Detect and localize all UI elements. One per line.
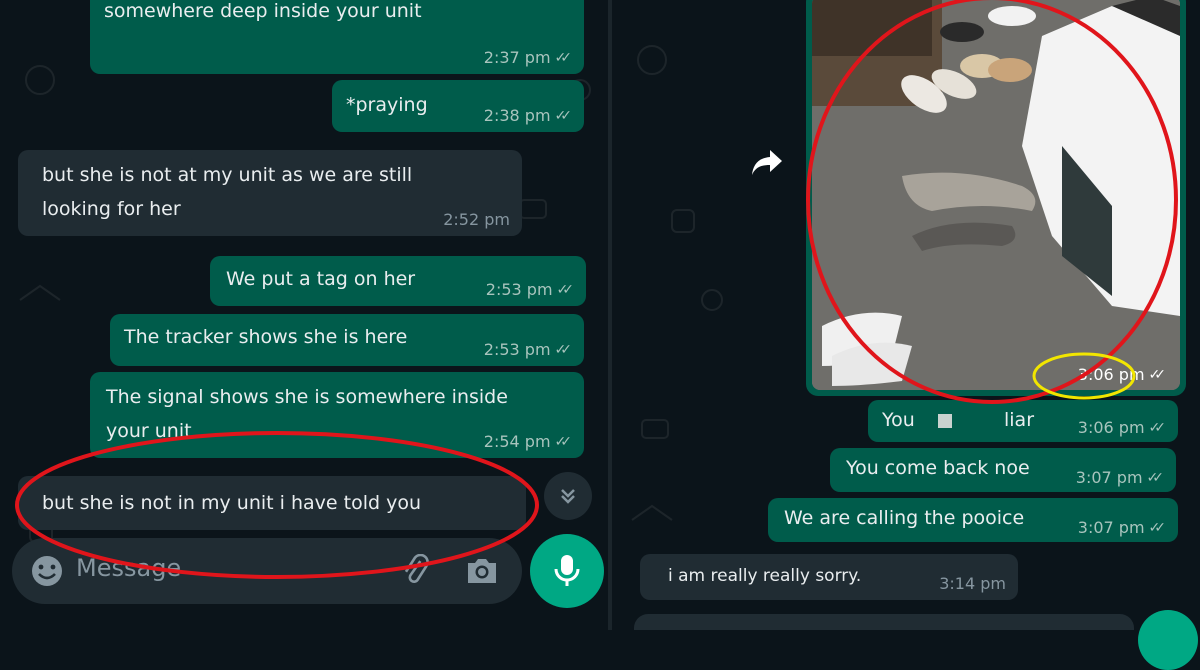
message-text: but she is not in my unit i have told yo… — [42, 492, 421, 514]
double-tick-icon: ✓✓ — [554, 50, 573, 66]
scroll-down-icon — [561, 489, 575, 504]
mic-button[interactable] — [530, 534, 604, 608]
message-text-line: The signal shows she is somewhere inside — [106, 386, 508, 408]
message-text: liar — [1004, 409, 1035, 431]
message-text-line: looking for her — [42, 198, 181, 220]
left-chat-panel: somewhere deep inside your unit 2:37 pm … — [0, 0, 608, 630]
double-tick-icon: ✓✓ — [554, 342, 573, 358]
message-bubble[interactable]: You liar 3:06 pm ✓✓ — [868, 400, 1178, 442]
message-meta: 2:53 pm ✓✓ — [486, 280, 574, 300]
message-bubble[interactable]: The signal shows she is somewhere inside… — [90, 372, 584, 458]
message-time: 2:52 pm — [443, 210, 510, 229]
message-bubble[interactable]: *praying 2:38 pm ✓✓ — [332, 80, 584, 132]
mic-icon — [554, 555, 580, 586]
message-bubble[interactable]: We put a tag on her 2:53 pm ✓✓ — [210, 256, 586, 306]
message-bubble[interactable]: The tracker shows she is here 2:53 pm ✓✓ — [110, 314, 584, 366]
message-time: 2:37 pm — [483, 48, 551, 67]
double-tick-icon: ✓✓ — [554, 434, 573, 450]
message-text: The tracker shows she is here — [124, 326, 408, 348]
message-text: We put a tag on her — [226, 268, 416, 290]
image-message[interactable]: 3:06 pm ✓✓ — [806, 0, 1186, 396]
message-meta: 3:07 pm ✓✓ — [1078, 518, 1166, 538]
message-text-line: your unit — [106, 420, 192, 442]
message-text: somewhere deep inside your unit — [104, 0, 422, 22]
double-tick-icon: ✓✓ — [1148, 420, 1167, 436]
message-bubble[interactable]: but she is not at my unit as we are stil… — [18, 150, 522, 236]
camera-icon[interactable] — [464, 555, 500, 587]
double-tick-icon: ✓✓ — [556, 282, 575, 298]
message-bubble[interactable]: but she is not in my unit i have told yo… — [18, 476, 526, 530]
message-meta: 3:06 pm ✓✓ — [1078, 365, 1166, 384]
double-tick-icon: ✓✓ — [554, 108, 573, 124]
right-chat-panel: 3:06 pm ✓✓ You liar 3:06 pm ✓✓ You come … — [612, 0, 1200, 630]
message-text: You come back noe — [846, 457, 1030, 479]
message-time: 3:07 pm — [1075, 468, 1143, 487]
message-time: 2:53 pm — [485, 280, 553, 299]
message-meta: 3:14 pm — [939, 574, 1006, 594]
double-tick-icon: ✓✓ — [1148, 366, 1167, 383]
forward-icon[interactable] — [750, 148, 784, 178]
message-meta: 3:07 pm ✓✓ — [1076, 468, 1164, 488]
message-meta: 3:06 pm ✓✓ — [1078, 418, 1166, 438]
message-input[interactable]: Message — [76, 554, 181, 582]
message-time: 3:14 pm — [939, 574, 1006, 593]
message-input-bar[interactable]: Message — [12, 538, 522, 604]
redaction-mark — [938, 414, 952, 428]
scroll-down-button[interactable] — [544, 472, 592, 520]
message-meta: 2:38 pm ✓✓ — [484, 106, 572, 126]
message-text: You — [882, 409, 915, 431]
message-text: i am really really sorry. — [668, 566, 862, 586]
emoji-icon[interactable] — [30, 554, 64, 588]
message-meta: 2:37 pm ✓✓ — [484, 48, 572, 68]
message-bubble[interactable]: You come back noe 3:07 pm ✓✓ — [830, 448, 1176, 492]
double-tick-icon: ✓✓ — [1148, 520, 1167, 536]
message-text: We are calling the pooice — [784, 507, 1025, 529]
message-input-bar[interactable] — [634, 614, 1134, 630]
message-text: The signal shows she is somewhere inside… — [106, 380, 508, 448]
message-time: 2:54 pm — [483, 432, 551, 451]
message-meta: 2:52 pm — [443, 210, 510, 230]
message-time: 3:06 pm — [1077, 418, 1145, 437]
message-meta: 2:54 pm ✓✓ — [484, 432, 572, 452]
message-bubble[interactable]: somewhere deep inside your unit 2:37 pm … — [90, 0, 584, 74]
send-fab[interactable] — [1138, 610, 1198, 670]
message-time: 2:53 pm — [483, 340, 551, 359]
attach-icon[interactable] — [400, 554, 432, 588]
message-time: 3:06 pm — [1077, 365, 1145, 384]
photo-thumbnail[interactable] — [812, 0, 1180, 390]
message-time: 3:07 pm — [1077, 518, 1145, 537]
message-text: *praying — [346, 94, 428, 116]
photo-image — [812, 0, 1180, 390]
message-bubble[interactable]: i am really really sorry. 3:14 pm — [640, 554, 1018, 600]
message-time: 2:38 pm — [483, 106, 551, 125]
message-meta: 2:53 pm ✓✓ — [484, 340, 572, 360]
message-text: but she is not at my unit as we are stil… — [42, 158, 412, 226]
message-bubble[interactable]: We are calling the pooice 3:07 pm ✓✓ — [768, 498, 1178, 542]
double-tick-icon: ✓✓ — [1146, 470, 1165, 486]
message-text-line: but she is not at my unit as we are stil… — [42, 164, 413, 186]
